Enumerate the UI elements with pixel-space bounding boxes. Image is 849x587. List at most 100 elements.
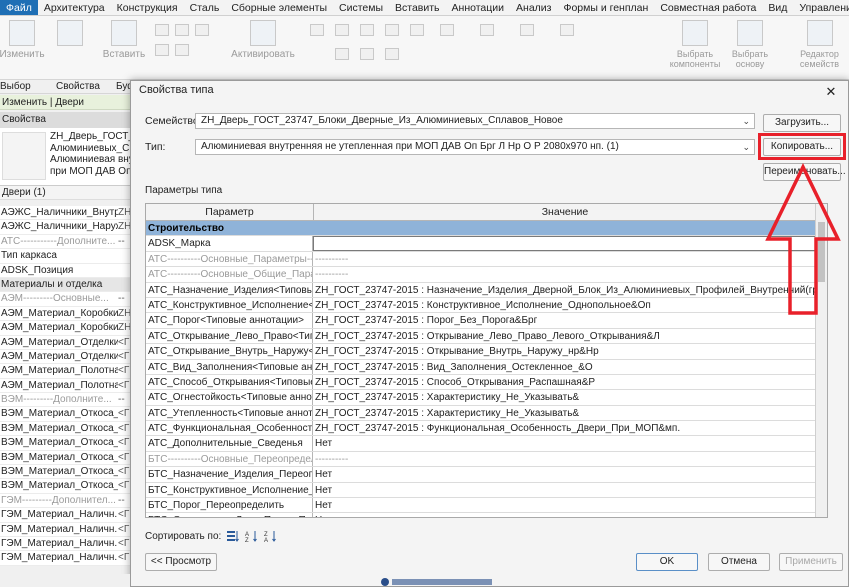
load-button[interactable]: Загрузить... <box>763 114 841 132</box>
property-value[interactable]: <Г <box>118 537 130 550</box>
create-icon[interactable] <box>560 24 574 36</box>
ribbon-tab[interactable]: Вид <box>762 0 793 15</box>
type-dropdown[interactable]: Алюминиевая внутренняя не утепленная при… <box>195 139 755 155</box>
mirror-icon[interactable] <box>360 24 374 36</box>
ribbon-tab[interactable]: Системы <box>333 0 389 15</box>
value-cell[interactable]: Нет <box>313 513 816 517</box>
rename-button[interactable]: Переименовать... <box>763 163 846 181</box>
grid-row[interactable]: АТС_Открывание_Лево_Право<Типо ZH_ГОСТ_23… <box>146 328 827 345</box>
ribbon-tab[interactable]: Сталь <box>184 0 226 15</box>
rotate-icon[interactable] <box>385 24 399 36</box>
property-value[interactable]: <Г <box>118 336 130 349</box>
value-cell[interactable]: ZH_ГОСТ_23747-2015 : Открывание_Лево_Пра… <box>313 328 816 344</box>
value-cell[interactable]: ---------- <box>313 251 816 267</box>
grid-row[interactable]: АТС_Огнестойкость<Типовые аннот ZH_ГОСТ_2… <box>146 390 827 406</box>
property-row[interactable]: ГЭМ_Материал_Наличн... <Г <box>0 508 130 523</box>
grid-row[interactable]: БТС_Открывание_Лево_Право_ПереНет <box>146 513 827 517</box>
column-parameter[interactable]: Параметр <box>146 204 314 221</box>
property-value[interactable]: <Г <box>118 451 130 464</box>
ribbon-tab[interactable]: Вставить <box>389 0 446 15</box>
value-cell[interactable] <box>313 236 816 251</box>
group-label-select[interactable]: Выбор <box>0 81 46 92</box>
property-row[interactable]: АЭМ---------Основные... -- <box>0 292 130 307</box>
select-components-tool[interactable]: Выбрать компоненты <box>670 20 720 69</box>
properties-tool[interactable] <box>50 20 90 49</box>
ribbon-tab[interactable]: Совместная работа <box>654 0 762 15</box>
scale-icon[interactable] <box>385 48 399 60</box>
align-icon[interactable] <box>310 24 324 36</box>
value-cell[interactable]: Нет <box>313 467 816 482</box>
ribbon-tab[interactable]: Формы и генплан <box>557 0 654 15</box>
trim-icon[interactable] <box>410 24 424 36</box>
array-icon[interactable] <box>360 48 374 60</box>
value-cell[interactable]: Нет <box>313 498 816 513</box>
value-cell[interactable]: ZH_ГОСТ_23747-2015 : Порог_Без_Порога&Бр… <box>313 313 816 328</box>
cancel-button[interactable]: Отмена <box>708 553 770 571</box>
property-value[interactable]: -- <box>118 494 130 507</box>
property-row[interactable]: ВЭМ_Материал_Откоса_... <Г <box>0 479 130 494</box>
property-row[interactable]: ВЭМ---------Дополните... -- <box>0 393 130 408</box>
ribbon-tab[interactable]: Сборные элементы <box>225 0 333 15</box>
geometry-icon[interactable] <box>155 44 169 56</box>
sort-descending-icon[interactable]: ZA <box>264 529 278 543</box>
property-value[interactable]: <Г <box>118 364 130 377</box>
grid-row[interactable]: АТС_Открывание_Внутрь_Наружу<Ти ZH_ГОСТ_2… <box>146 344 827 360</box>
property-value[interactable]: <Г <box>118 479 130 492</box>
ribbon-tab[interactable]: Конструкция <box>111 0 184 15</box>
cut-icon[interactable] <box>155 24 169 36</box>
property-value[interactable]: -- <box>118 235 130 248</box>
grid-row[interactable]: АТС_Порог<Типовые аннотации> ZH_ГОСТ_2374… <box>146 313 827 329</box>
value-cell[interactable]: Нет <box>313 436 816 451</box>
type-selector[interactable]: ZH_Дверь_ГОСТ_2 Алюминиевых_С Алюминиева… <box>0 128 130 186</box>
measure-icon[interactable] <box>520 24 534 36</box>
sort-ascending-icon[interactable]: AZ <box>245 529 259 543</box>
property-value[interactable] <box>118 249 130 262</box>
ribbon-tab[interactable]: Аннотации <box>446 0 511 15</box>
paste-tool[interactable]: Вставить <box>100 20 148 60</box>
value-cell[interactable]: ZH_ГОСТ_23747-2015 : Конструктивное_Испо… <box>313 297 816 313</box>
property-value[interactable]: <Г <box>118 350 130 363</box>
grid-row[interactable]: ADSK_Марка <box>146 236 827 252</box>
property-row[interactable]: ГЭМ---------Дополнител... -- <box>0 493 130 509</box>
value-cell[interactable]: ZH_ГОСТ_23747-2015 : Характеристику_Не_У… <box>313 405 816 421</box>
grid-row[interactable]: АТС_Способ_Открывания<Типовые ZH_ГОСТ_237… <box>146 374 827 391</box>
grid-row[interactable]: БТС_Конструктивное_Исполнение_П Нет <box>146 482 827 499</box>
property-row[interactable]: ADSK_Позиция <box>0 263 130 278</box>
property-row[interactable]: АЭМ_Материал_Отделки <Г <box>0 349 130 365</box>
property-row[interactable]: Тип каркаса <box>0 249 130 264</box>
paint-icon[interactable] <box>175 44 189 56</box>
property-value[interactable]: ZH <box>118 220 130 233</box>
modify-tool[interactable]: Изменить <box>0 20 45 60</box>
property-value[interactable]: <Г <box>118 436 130 449</box>
property-value[interactable]: <Г <box>118 465 130 478</box>
property-value[interactable]: -- <box>118 292 130 305</box>
property-row[interactable]: ГЭМ_Материал_Наличн... <Г <box>0 551 130 566</box>
property-value[interactable] <box>118 278 130 291</box>
grid-row[interactable]: АТС----------Основные_Параметры----- ----… <box>146 251 827 268</box>
copy-icon[interactable] <box>175 24 189 36</box>
property-row[interactable]: ГЭМ_Материал_Наличн... <Г <box>0 536 130 552</box>
value-cell[interactable]: ZH_ГОСТ_23747-2015 : Назначение_Изделия_… <box>313 282 816 297</box>
value-cell[interactable]: ---------- <box>313 267 816 282</box>
apply-button[interactable]: Применить <box>779 553 843 571</box>
ribbon-tab[interactable]: Управление <box>793 0 849 15</box>
property-row[interactable]: ВЭМ_Материал_Откоса_... <Г <box>0 436 130 451</box>
property-row[interactable]: АТС-----------Дополните... -- <box>0 234 130 250</box>
grid-row[interactable]: БТС_Порог_Переопределить Нет <box>146 498 827 514</box>
move-icon[interactable] <box>335 48 349 60</box>
property-row[interactable]: ГЭМ_Материал_Наличн... <Г <box>0 522 130 537</box>
grid-row[interactable]: АТС_Дополнительные_Сведенья Нет <box>146 436 827 452</box>
sort-grouped-icon[interactable] <box>226 529 240 543</box>
instance-filter[interactable]: Двери (1) <box>0 186 130 200</box>
property-row[interactable]: ВЭМ_Материал_Откоса_... <Г <box>0 421 130 437</box>
property-value[interactable]: <Г <box>118 407 130 420</box>
value-cell[interactable]: ZH_ГОСТ_23747-2015 : Вид_Заполнения_Осте… <box>313 359 816 374</box>
property-row[interactable]: ВЭМ_Материал_Откоса_... <Г <box>0 450 130 466</box>
property-row[interactable]: АЭМ_Материал_Отделки... <Г <box>0 335 130 350</box>
grid-row[interactable]: АТС_Вид_Заполнения<Типовые анн ZH_ГОСТ_23… <box>146 359 827 375</box>
grid-row[interactable]: АТС_Назначение_Изделия<Типовые ZH_ГОСТ_23… <box>146 282 827 298</box>
offset-icon[interactable] <box>335 24 349 36</box>
value-cell[interactable]: ZH_ГОСТ_23747-2015 : Способ_Открывания_Р… <box>313 374 816 390</box>
view-icon[interactable] <box>480 24 494 36</box>
grid-row[interactable]: АТС----------Основные_Общие_Пара --------… <box>146 267 827 283</box>
